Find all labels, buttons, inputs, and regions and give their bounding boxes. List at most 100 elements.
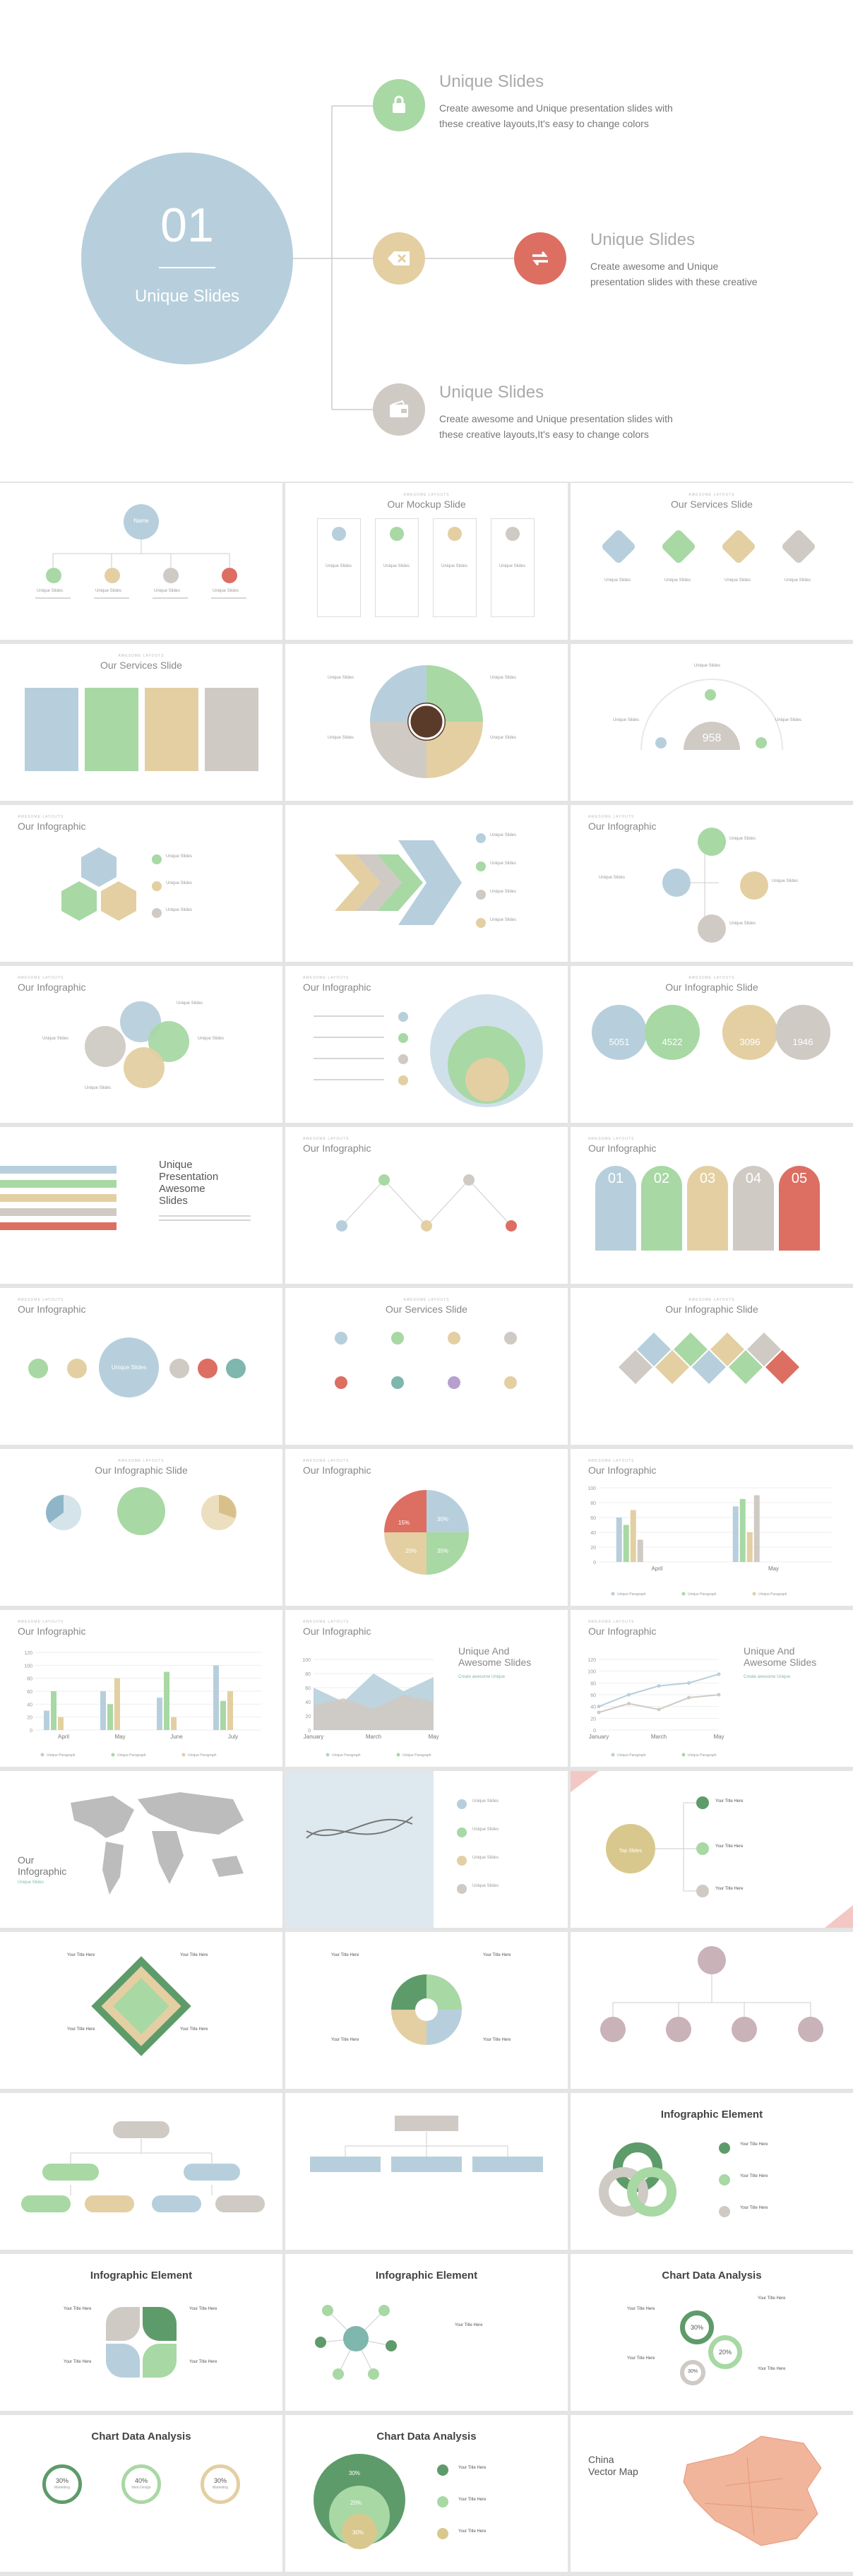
legend-swatch (181, 1753, 186, 1757)
slide-branch-circles[interactable]: AWESOME LAYOUTS Our Infographic Unique S… (571, 805, 853, 962)
y-tick-label: 40 (590, 1705, 596, 1710)
bar (157, 1698, 162, 1730)
area-chart: 0 20 40 60 80 100 January March May Unique Paragr… (302, 1658, 439, 1758)
slide-diamond-grid[interactable]: AWESOME LAYOUTS Our Infographic Slide (571, 1288, 853, 1445)
step-number: 02 (653, 1171, 670, 1186)
hero-item-3-body: Create awesome and Unique presentation s… (439, 413, 673, 440)
slide-line-chart[interactable]: AWESOME LAYOUTS Our Infographic 0 20 40 60 8… (571, 1610, 853, 1767)
line-point (687, 1695, 691, 1700)
slide-quadrant-circle[interactable]: Your Title Here Your Title Here Your Tit… (285, 1932, 568, 2089)
bar (213, 1665, 219, 1730)
x-tick-label: May (428, 1734, 439, 1740)
org-root-label: Name (133, 518, 149, 524)
slide-stripes[interactable]: Unique Presentation Awesome Slides (0, 1127, 282, 1284)
x-tick-label: March (651, 1734, 667, 1740)
slide-services-icons[interactable]: AWESOME LAYOUTS Our Services Slide (285, 1288, 568, 1445)
legend-label: Unique Paragraph (688, 1753, 717, 1758)
bar (630, 1510, 636, 1562)
bar (732, 1506, 739, 1562)
slide-org-chart[interactable]: Name Unique Slides Unique Slides Unique … (0, 483, 282, 640)
slide-pill-tree[interactable] (0, 2093, 282, 2250)
slide-petal-element[interactable]: Infographic Element Your Title Here Your… (0, 2254, 282, 2411)
y-tick-label: 20 (305, 1715, 311, 1719)
slide-four-quarter-circle[interactable]: Unique Slides Unique Slides Unique Slide… (285, 644, 568, 801)
org-node (46, 568, 61, 583)
slide-timeline-peaks[interactable]: AWESOME LAYOUTS Our Infographic (285, 1127, 568, 1284)
y-tick-label: 100 (24, 1664, 32, 1669)
bar (58, 1717, 64, 1730)
backspace-icon (387, 250, 411, 267)
legend-label: Unique Paragraph (617, 1592, 646, 1597)
y-tick-label: 0 (30, 1729, 32, 1734)
slide-hexagons[interactable]: AWESOME LAYOUTS Our Infographic Unique S… (0, 805, 282, 962)
avatar (666, 2017, 691, 2042)
y-tick-label: 80 (590, 1501, 596, 1506)
bar (637, 1539, 643, 1562)
hero-subtitle: Unique Slides (134, 287, 240, 306)
bar (44, 1710, 49, 1730)
bar (51, 1691, 56, 1730)
slide-donut-analysis[interactable]: Chart Data Analysis 30% 20% 30% Your Tit… (571, 2254, 853, 2411)
slide-title: Our Infographic (588, 1143, 657, 1154)
legend-swatch (326, 1753, 330, 1757)
slide-world-map[interactable]: Our Infographic Unique Slides (0, 1771, 282, 1928)
hero-divider (159, 267, 215, 268)
mockup-icon (506, 527, 520, 541)
hero-slide: 01 Unique Slides Unique Slides Create aw… (0, 0, 853, 482)
bar (753, 1495, 760, 1562)
legend-label: Unique Paragraph (402, 1753, 431, 1758)
hero-main-circle (81, 153, 293, 364)
slide-services-diamonds[interactable]: AWESOME LAYOUTS Our Services Slide Uniqu… (571, 483, 853, 640)
bar-chart-april-may: 0 20 40 60 80 100 April May Unique Paragraph Uniq… (587, 1486, 832, 1597)
legend-swatch (111, 1753, 115, 1757)
slide-stacked-circles[interactable]: Chart Data Analysis 30% 20% 30% Your Tit… (285, 2415, 568, 2572)
slide-three-rings[interactable]: Chart Data Analysis 30% 40% 30% Marketin… (0, 2415, 282, 2572)
org-label: Unique Slides (95, 589, 122, 593)
slide-numbered-pills[interactable]: AWESOME LAYOUTS Our Infographic 01 02 03… (571, 1127, 853, 1284)
y-tick-label: 120 (587, 1658, 596, 1663)
slide-bar-chart-four[interactable]: AWESOME LAYOUTS Our Infographic 0 20 40 60 8… (0, 1610, 282, 1767)
bubble-value: 5051 (609, 1037, 630, 1047)
y-tick-label: 120 (24, 1651, 32, 1656)
slide-title: Our Infographic (303, 982, 371, 993)
legend-swatch (681, 1592, 686, 1596)
slide-box-tree[interactable] (285, 2093, 568, 2250)
line-point (657, 1707, 661, 1712)
slide-rotated-square[interactable]: Your Title Here Your Title Here Your Tit… (0, 1932, 282, 2089)
avatar (798, 2017, 823, 2042)
x-tick-label: April (651, 1566, 662, 1572)
line-chart: 0 20 40 60 80 100 120 January March May Unique Par… (587, 1658, 724, 1758)
slide-title: Chart Data Analysis (662, 2270, 762, 2282)
slide-services-boxes[interactable]: AWESOME LAYOUTS Our Services Slide (0, 644, 282, 801)
slide-china-map[interactable]: China Vector Map (571, 2415, 853, 2572)
slide-bubble-values[interactable]: AWESOME LAYOUTS Our Infographic Slide 50… (571, 966, 853, 1123)
slide-venn-element[interactable]: Infographic Element Your Title Here Your… (571, 2093, 853, 2250)
slide-gauge[interactable]: 958 Unique Slides Unique Slides Unique S… (571, 644, 853, 801)
slide-rocket[interactable]: Top Slides Your Title Here Your Title He… (571, 1771, 853, 1928)
slide-concentric[interactable]: AWESOME LAYOUTS Our Infographic (285, 966, 568, 1123)
slide-three-pies[interactable]: AWESOME LAYOUTS Our Infographic Slide (0, 1449, 282, 1606)
slide-waves-panel[interactable]: Unique Slides Unique Slides Unique Slide… (285, 1771, 568, 1928)
slide-area-chart[interactable]: AWESOME LAYOUTS Our Infographic 0 20 40 60 8… (285, 1610, 568, 1767)
y-tick-label: 60 (590, 1693, 596, 1698)
slide-title: Our Services Slide (386, 1304, 467, 1315)
slide-circle-row[interactable]: AWESOME LAYOUTS Our Infographic Unique S… (0, 1288, 282, 1445)
y-tick-label: 100 (587, 1670, 596, 1675)
slide-team-tree[interactable] (571, 1932, 853, 2089)
slide-hub-element[interactable]: Infographic Element Your Title Here (285, 2254, 568, 2411)
slide-big-pie[interactable]: AWESOME LAYOUTS Our Infographic 30% 15% … (285, 1449, 568, 1606)
bar (164, 1671, 169, 1730)
slide-bar-chart-double[interactable]: AWESOME LAYOUTS Our Infographic 0 20 40 60 8… (571, 1449, 853, 1606)
y-tick-label: 60 (590, 1516, 596, 1521)
y-tick-label: 40 (27, 1703, 32, 1707)
slide-chevrons[interactable]: Unique Slides Unique Slides Unique Slide… (285, 805, 568, 962)
x-tick-label: January (304, 1734, 323, 1740)
slide-mockup[interactable]: AWESOME LAYOUTS Our Mockup Slide Unique … (285, 483, 568, 640)
hero-item-2-title: Unique Slides (590, 230, 696, 249)
bubble-value: 3096 (739, 1037, 760, 1047)
slide-title: Infographic Element (90, 2270, 193, 2282)
line-point (717, 1693, 721, 1697)
hero-item-1-title: Unique Slides (439, 72, 544, 91)
y-tick-label: 20 (590, 1717, 596, 1722)
slide-overlap-circles[interactable]: AWESOME LAYOUTS Our Infographic Unique S… (0, 966, 282, 1123)
